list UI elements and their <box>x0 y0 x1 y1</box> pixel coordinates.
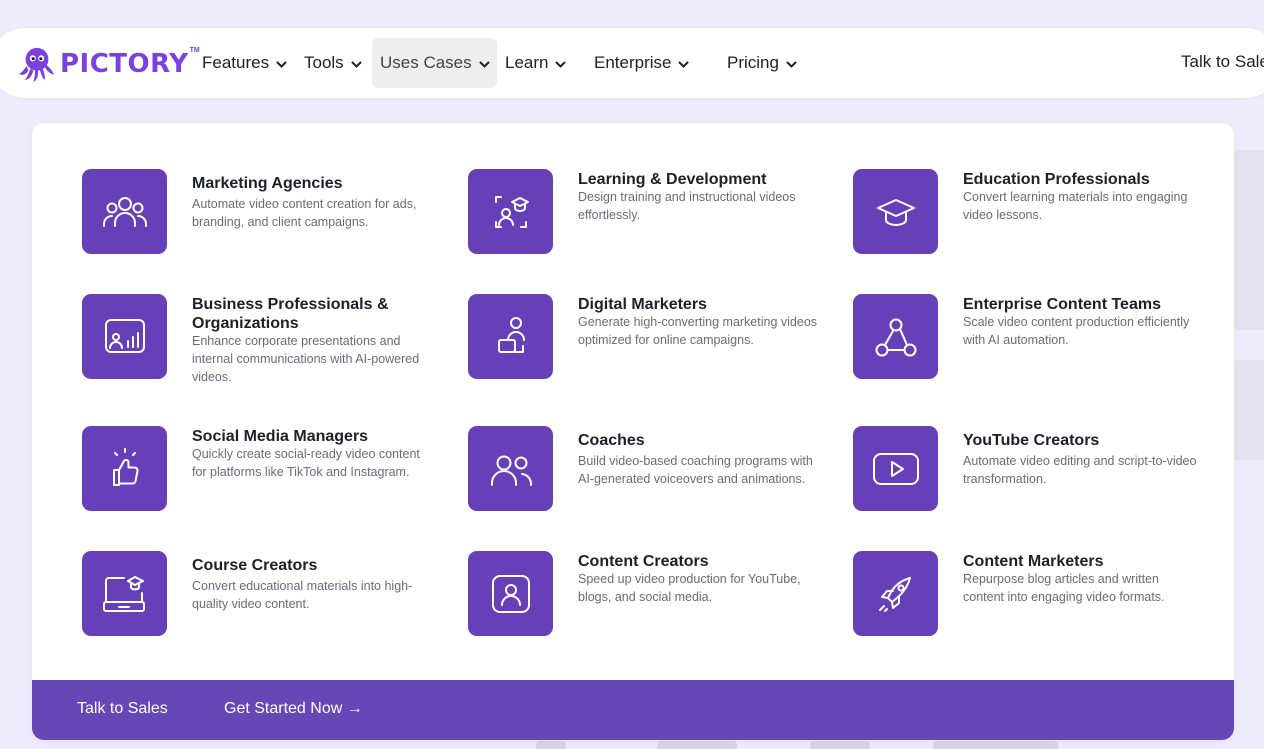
chevron-down-icon <box>479 61 490 68</box>
nav-features[interactable]: Features <box>202 38 287 88</box>
menu-item-description: Enhance corporate presentations and inte… <box>192 334 420 384</box>
nav-label: Tools <box>304 53 344 72</box>
nav-learn[interactable]: Learn <box>505 38 566 88</box>
nav-label: Uses Cases <box>380 53 472 72</box>
menu-item-learning-development[interactable]: Learning & Development Design training a… <box>468 169 828 259</box>
menu-item-description: Design training and instructional videos… <box>578 190 796 222</box>
menu-item-title: Coaches <box>578 432 645 449</box>
menu-item-title: Social Media Managers <box>192 428 369 445</box>
menu-item-tile <box>82 426 167 511</box>
chevron-down-icon <box>786 61 797 68</box>
menu-item-title: Digital Marketers <box>578 296 707 313</box>
training-icon <box>494 195 529 228</box>
menu-item-marketing-agencies[interactable]: Marketing Agencies Automate video conten… <box>82 169 442 259</box>
menu-item-title: YouTube Creators <box>963 432 1100 449</box>
use-cases-menu: Marketing Agencies Automate video conten… <box>32 123 1234 740</box>
brand-name: PICTORY <box>60 49 189 79</box>
menu-item-title: Business Professionals & Organizations <box>192 296 389 332</box>
trademark-mark: TM <box>189 46 200 54</box>
chevron-down-icon <box>555 61 566 68</box>
menu-item-digital-marketers[interactable]: Digital Marketers Generate high-converti… <box>468 294 828 384</box>
rocket-icon <box>878 576 911 612</box>
menu-item-title: Enterprise Content Teams <box>963 296 1161 313</box>
thumbs-up-icon <box>112 447 138 486</box>
menu-item-title: Learning & Development <box>578 171 767 188</box>
chevron-down-icon <box>678 61 689 68</box>
background-strip <box>657 741 737 749</box>
menu-footer: Talk to Sales Get Started Now → <box>32 680 1234 740</box>
menu-item-description: Convert learning materials into engaging… <box>963 190 1188 222</box>
menu-item-enterprise-content-teams[interactable]: Enterprise Content Teams Scale video con… <box>853 294 1213 384</box>
menu-item-tile <box>468 426 553 511</box>
menu-item-tile <box>468 551 553 636</box>
play-icon <box>872 452 919 485</box>
marketer-laptop-icon <box>497 316 525 353</box>
menu-item-description: Scale video content production efficient… <box>963 315 1190 347</box>
chevron-down-icon <box>351 61 362 68</box>
menu-item-course-creators[interactable]: Course Creators Convert educational mate… <box>82 551 442 641</box>
menu-item-description: Quickly create social-ready video conten… <box>192 447 420 479</box>
menu-item-tile <box>853 426 938 511</box>
nav-enterprise[interactable]: Enterprise <box>594 38 689 88</box>
menu-item-tile <box>82 294 167 379</box>
menu-item-tile <box>853 169 938 254</box>
background-strip <box>536 741 566 749</box>
menu-item-description: Build video-based coaching programs with… <box>578 454 813 486</box>
nav-pricing[interactable]: Pricing <box>727 38 797 88</box>
network-icon <box>875 318 916 356</box>
menu-item-title: Marketing Agencies <box>192 175 343 192</box>
nav-tools[interactable]: Tools <box>304 38 362 88</box>
menu-item-content-marketers[interactable]: Content Marketers Repurpose blog article… <box>853 551 1213 641</box>
background-strip <box>810 741 870 749</box>
menu-item-social-media-managers[interactable]: Social Media Managers Quickly create soc… <box>82 426 442 516</box>
menu-item-tile <box>468 294 553 379</box>
menu-item-tile <box>468 169 553 254</box>
menu-item-tile <box>82 169 167 254</box>
menu-item-title: Education Professionals <box>963 171 1150 188</box>
menu-item-description: Generate high-converting marketing video… <box>578 315 818 347</box>
nav-label: Learn <box>505 53 549 72</box>
get-started-button[interactable]: Get Started Now → <box>224 700 363 718</box>
menu-item-education-professionals[interactable]: Education Professionals Convert learning… <box>853 169 1213 259</box>
chevron-down-icon <box>276 61 287 68</box>
nav-label: Enterprise <box>594 53 672 72</box>
menu-item-title: Content Creators <box>578 553 709 570</box>
nav-label: Pricing <box>727 53 779 72</box>
menu-item-coaches[interactable]: Coaches Build video-based coaching progr… <box>468 426 828 516</box>
octopus-logo-icon <box>18 47 55 83</box>
background-card <box>1232 150 1264 330</box>
menu-item-title: Course Creators <box>192 557 318 574</box>
menu-item-description: Automate video editing and script-to-vid… <box>963 454 1197 486</box>
menu-item-youtube-creators[interactable]: YouTube Creators Automate video editing … <box>853 426 1213 516</box>
menu-item-description: Convert educational materials into high-… <box>192 579 413 611</box>
menu-item-content-creators[interactable]: Content Creators Speed up video producti… <box>468 551 828 641</box>
menu-item-tile <box>853 294 938 379</box>
nav-label: Features <box>202 53 270 72</box>
menu-item-description: Speed up video production for YouTube, b… <box>578 572 801 604</box>
menu-item-tile <box>82 551 167 636</box>
pictory-logo[interactable]: PICTORY TM <box>18 44 200 84</box>
menu-item-business-professionals[interactable]: Business Professionals & Organizations E… <box>82 294 442 384</box>
menu-item-description: Automate video content creation for ads,… <box>192 197 417 229</box>
presentation-icon <box>104 318 145 353</box>
menu-item-tile <box>853 551 938 636</box>
menu-item-description: Repurpose blog articles and written cont… <box>963 572 1165 604</box>
laptop-cap-icon <box>102 575 145 612</box>
nav-use-cases[interactable]: Uses Cases <box>372 38 497 88</box>
background-strip <box>933 741 1058 749</box>
users-icon <box>490 455 532 486</box>
background-card <box>1232 360 1264 460</box>
talk-to-sales-link[interactable]: Talk to Sales <box>1181 52 1264 72</box>
team-icon <box>102 196 147 227</box>
profile-icon <box>491 574 530 613</box>
talk-to-sales-button[interactable]: Talk to Sales <box>77 700 168 718</box>
menu-item-title: Content Marketers <box>963 553 1104 570</box>
graduation-cap-icon <box>876 198 915 226</box>
